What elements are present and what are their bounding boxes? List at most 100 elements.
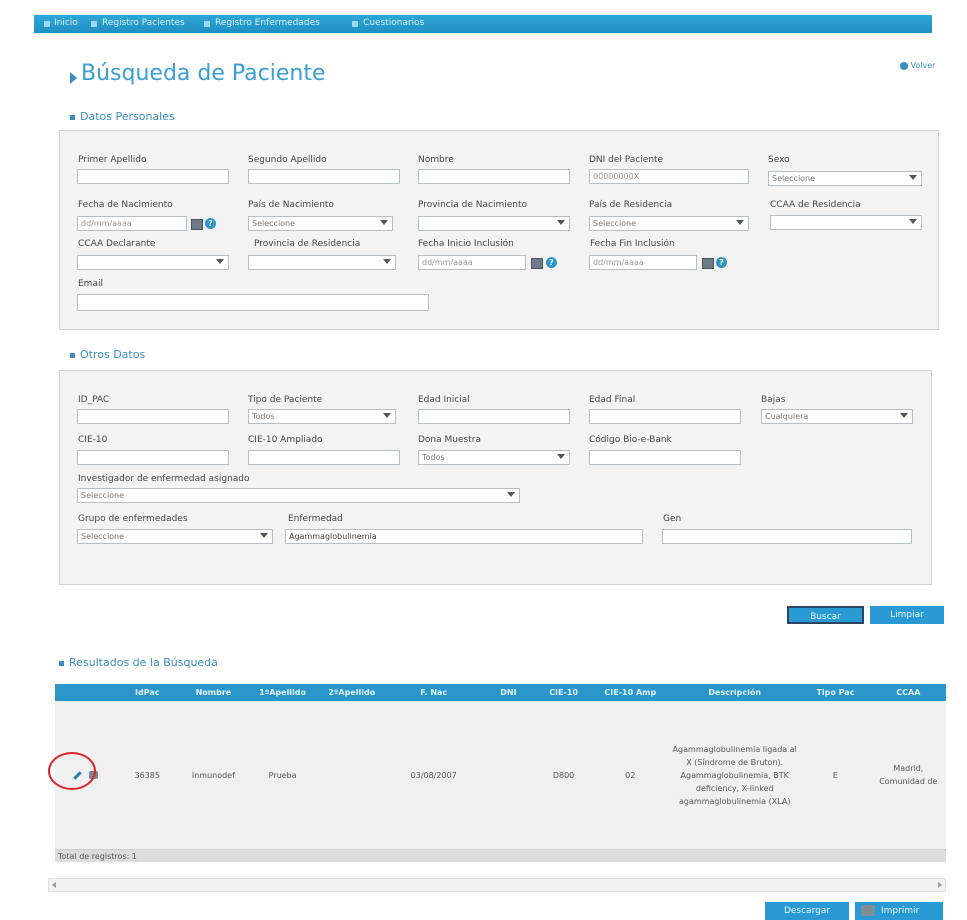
column-header[interactable]: CCAA (870, 684, 946, 701)
ccaa-residencia-select[interactable] (770, 215, 922, 230)
gen-input[interactable] (662, 529, 912, 544)
cell-idpac: 36385 (115, 701, 179, 849)
label-segundo-apellido: Segundo Apellido (248, 155, 327, 165)
enfermedad-input[interactable]: Agammaglobulinemia (285, 529, 643, 544)
edad-final-input[interactable] (589, 409, 741, 424)
cie10-ampliado-input[interactable] (248, 450, 400, 465)
label-nombre: Nombre (418, 155, 454, 165)
column-header[interactable]: Descripción (669, 684, 801, 701)
horizontal-scrollbar[interactable] (48, 878, 946, 892)
help-icon[interactable]: ? (716, 257, 727, 268)
column-header[interactable]: Tipo Pac (800, 684, 871, 701)
label-fecha-nacimiento: Fecha de Nacimiento (78, 200, 173, 210)
cell-descripcion: Agammaglobulinemia ligada al X (Síndrome… (669, 701, 801, 849)
buscar-button[interactable]: Buscar (787, 606, 864, 624)
column-header[interactable]: DNI (481, 684, 536, 701)
tipo-paciente-select[interactable]: Todos (248, 409, 396, 424)
results-table-container: IdPac Nombre 1ºApellido 2ºApellido F. Na… (55, 684, 946, 862)
limpiar-button[interactable]: Limpiar (870, 606, 944, 624)
label-enfermedad: Enfermedad (288, 514, 343, 524)
nav-item-registro-pacientes[interactable]: Registro Pacientes (102, 18, 185, 28)
column-header[interactable]: 2ºApellido (317, 684, 387, 701)
cie10-input[interactable] (77, 450, 229, 465)
column-header[interactable]: Nombre (178, 684, 248, 701)
title-arrow-icon (70, 72, 77, 84)
table-row: 36385 Inmunodef Prueba 03/08/2007 D800 0… (55, 701, 946, 849)
back-label: Volver (910, 61, 936, 70)
label-pais-residencia: País de Residencia (589, 200, 673, 210)
nav-item-cuestionarios[interactable]: Cuestionarios (363, 18, 424, 28)
sexo-select[interactable]: Seleccione (768, 171, 922, 186)
pais-residencia-select[interactable]: Seleccione (589, 216, 749, 231)
dni-input[interactable]: 00000000X (589, 169, 749, 184)
help-icon[interactable]: ? (205, 218, 216, 229)
calendar-icon[interactable] (191, 219, 203, 230)
pais-nacimiento-select[interactable]: Seleccione (248, 216, 393, 231)
nav-item-inicio[interactable]: Inicio (54, 18, 78, 28)
cell-cie10amp: 02 (591, 701, 670, 849)
label-email: Email (78, 279, 103, 289)
chevron-down-icon (909, 175, 917, 180)
cell-cie10: D800 (535, 701, 592, 849)
label-id-pac: ID_PAC (78, 395, 110, 405)
section-title-resultados: Resultados de la Búsqueda (59, 656, 218, 669)
back-link[interactable]: Volver (900, 61, 935, 70)
imprimir-button[interactable]: Imprimir (855, 902, 943, 920)
id-pac-input[interactable] (77, 409, 229, 424)
edad-inicial-input[interactable] (418, 409, 570, 424)
help-icon[interactable]: ? (546, 257, 557, 268)
chevron-down-icon (507, 492, 515, 497)
column-header[interactable]: IdPac (115, 684, 179, 701)
codigo-biobank-input[interactable] (589, 450, 741, 465)
nav-separator (352, 21, 358, 27)
scroll-left-icon[interactable] (52, 882, 56, 888)
bajas-select[interactable]: Cualquiera (761, 409, 913, 424)
section-bullet-icon (59, 660, 64, 666)
column-header[interactable]: CIE-10 (535, 684, 592, 701)
grupo-enfermedades-select[interactable]: Seleccione (77, 529, 273, 544)
label-ccaa-declarante: CCAA Declarante (78, 239, 156, 249)
provincia-residencia-select[interactable] (248, 255, 396, 270)
label-codigo-biobank: Código Bio-e-Bank (589, 435, 672, 445)
column-header[interactable]: CIE-10 Amp (591, 684, 670, 701)
chevron-down-icon (383, 259, 391, 264)
chevron-down-icon (216, 259, 224, 264)
email-input[interactable] (77, 294, 429, 311)
primer-apellido-input[interactable] (77, 169, 229, 184)
chevron-down-icon (909, 219, 917, 224)
label-dona-muestra: Dona Muestra (418, 435, 481, 445)
fecha-fin-input[interactable]: dd/mm/aaaa (589, 255, 697, 270)
chevron-down-icon (383, 413, 391, 418)
nav-separator (44, 21, 50, 27)
column-header[interactable]: F. Nac (386, 684, 482, 701)
cell-apellido1: Prueba (247, 701, 318, 849)
label-dni: DNI del Paciente (589, 155, 664, 165)
calendar-icon[interactable] (531, 258, 543, 269)
fecha-inicio-input[interactable]: dd/mm/aaaa (418, 255, 526, 270)
section-bullet-icon (70, 114, 75, 120)
provincia-nacimiento-select[interactable] (418, 216, 570, 231)
scroll-right-icon[interactable] (938, 882, 942, 888)
label-provincia-nacimiento: Provincia de Nacimiento (418, 200, 527, 210)
label-edad-final: Edad Final (589, 395, 636, 405)
label-investigador: Investigador de enfermedad asignado (78, 474, 250, 484)
results-header-row: IdPac Nombre 1ºApellido 2ºApellido F. Na… (55, 684, 946, 701)
fecha-nacimiento-input[interactable]: dd/mm/aaaa (77, 216, 187, 231)
label-bajas: Bajas (761, 395, 786, 405)
cell-nombre: Inmunodef (178, 701, 248, 849)
label-primer-apellido: Primer Apellido (78, 155, 147, 165)
back-arrow-icon (900, 61, 908, 70)
section-title-datos-personales: Datos Personales (70, 110, 175, 123)
page-title: Búsqueda de Paciente (81, 61, 326, 86)
ccaa-declarante-select[interactable] (77, 255, 229, 270)
nav-item-registro-enfermedades[interactable]: Registro Enfermedades (215, 18, 320, 28)
segundo-apellido-input[interactable] (248, 169, 400, 184)
descargar-button[interactable]: Descargar (765, 902, 849, 920)
calendar-icon[interactable] (702, 258, 714, 269)
investigador-select[interactable]: Seleccione (77, 488, 520, 503)
label-cie10-ampliado: CIE-10 Ampliado (248, 435, 323, 445)
nombre-input[interactable] (418, 169, 570, 184)
section-title-otros-datos: Otros Datos (70, 348, 145, 361)
column-header[interactable]: 1ºApellido (247, 684, 318, 701)
dona-muestra-select[interactable]: Todos (418, 450, 570, 465)
